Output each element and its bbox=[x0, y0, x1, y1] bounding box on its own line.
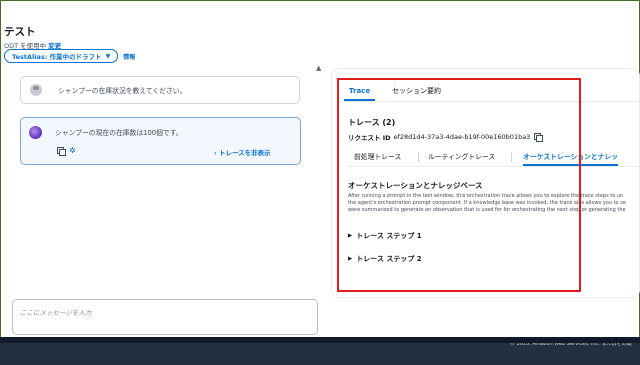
copy-request-id-icon[interactable] bbox=[534, 133, 544, 142]
agent-message: シャンプーの現在の在庫数は100個です。 ✲ ‹ トレースを非表示 bbox=[20, 117, 301, 165]
subtabs-divider bbox=[348, 166, 640, 167]
description-line: After running a prompt in the test windo… bbox=[348, 193, 624, 199]
message-input[interactable]: ここにメッセージを入力 bbox=[12, 299, 318, 335]
caret-right-icon: ▶ bbox=[348, 233, 353, 239]
message-input-placeholder: ここにメッセージを入力 bbox=[20, 309, 92, 317]
user-message-text: シャンプーの在庫状況を教えてください。 bbox=[58, 87, 187, 95]
page-title: テスト bbox=[4, 26, 36, 38]
user-avatar-icon bbox=[30, 84, 42, 96]
trace-heading: トレース (2) bbox=[348, 118, 396, 127]
subtab-orchestration[interactable]: オーケストレーションとナレッ bbox=[523, 150, 619, 166]
footer-strip bbox=[0, 337, 640, 343]
orchestration-description: After running a prompt in the test windo… bbox=[348, 193, 640, 217]
request-id-row: リクエスト ID ef28d1d4-37a3-4dae-b19f-00e160b… bbox=[348, 132, 544, 142]
subtab-preprocessing[interactable]: 前処理トレース bbox=[354, 150, 401, 166]
request-id-value: ef28d1d4-37a3-4dae-b19f-00e160b01ba3 bbox=[393, 133, 531, 141]
subtab-routing[interactable]: ルーティングトレース bbox=[428, 150, 495, 166]
hide-trace-link[interactable]: ‹ トレースを非表示 bbox=[214, 147, 271, 157]
user-message: シャンプーの在庫状況を教えてください。 bbox=[20, 76, 300, 104]
trace-step-label: トレース ステップ 2 bbox=[356, 255, 422, 263]
trace-subtabs: 前処理トレース ルーティングトレース オーケストレーションとナレッ bbox=[348, 150, 640, 166]
request-id-label: リクエスト ID bbox=[348, 134, 391, 142]
description-line: were summarized to generate an observati… bbox=[348, 207, 626, 213]
tabs-divider bbox=[344, 101, 640, 102]
orchestration-section-title: オーケストレーションとナレッジベース bbox=[348, 181, 483, 190]
scroll-up-arrow-icon[interactable]: ▲ bbox=[316, 64, 321, 72]
trace-step-2[interactable]: ▶ トレース ステップ 2 bbox=[348, 254, 422, 264]
tab-trace[interactable]: Trace bbox=[344, 85, 376, 101]
caret-right-icon: ▶ bbox=[348, 256, 353, 262]
tab-session-summary[interactable]: セッション要約 bbox=[392, 85, 441, 101]
agent-message-text: シャンプーの現在の在庫数は100個です。 bbox=[55, 129, 183, 137]
alias-row: TestAlias: 作業中のドラフト ▼ 情報 bbox=[4, 49, 135, 63]
subtab-divider bbox=[511, 152, 512, 162]
alias-dropdown[interactable]: TestAlias: 作業中のドラフト ▼ bbox=[4, 49, 119, 63]
copy-icon[interactable] bbox=[57, 147, 66, 156]
description-line: the agent's orchestration prompt compone… bbox=[348, 200, 626, 206]
caret-down-icon: ▼ bbox=[105, 52, 111, 60]
trace-step-1[interactable]: ▶ トレース ステップ 1 bbox=[348, 231, 422, 241]
info-link[interactable]: 情報 bbox=[123, 52, 135, 61]
sparkle-icon[interactable]: ✲ bbox=[69, 146, 76, 155]
subtab-divider bbox=[418, 152, 419, 162]
trace-step-label: トレース ステップ 1 bbox=[356, 232, 422, 240]
alias-dropdown-label: TestAlias: 作業中のドラフト bbox=[12, 53, 102, 61]
agent-avatar-icon bbox=[29, 126, 42, 139]
